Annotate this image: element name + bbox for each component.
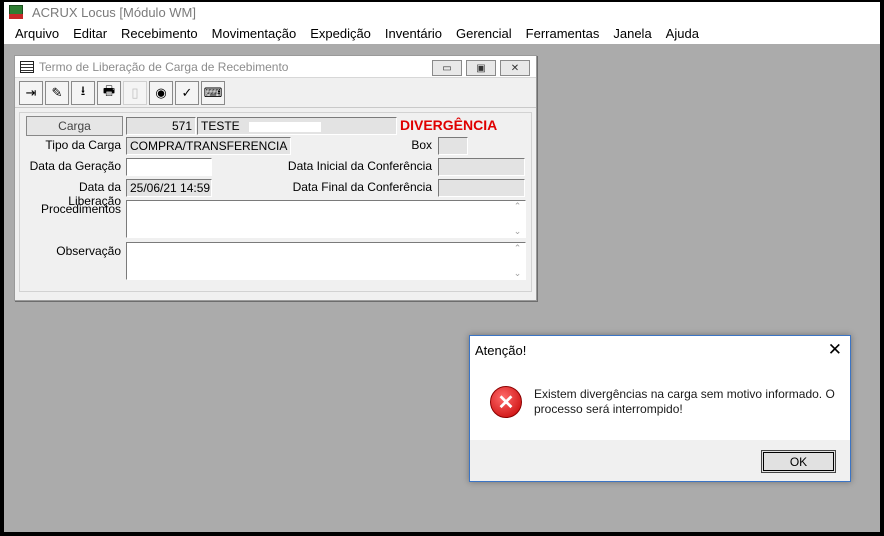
app-titlebar: ACRUX Locus [Módulo WM] [4, 2, 880, 22]
child-titlebar[interactable]: Termo de Liberação de Carga de Recebimen… [15, 56, 536, 78]
error-icon: ✕ [490, 386, 522, 418]
carga-name-text: TESTE [201, 119, 240, 133]
ok-button[interactable]: OK [761, 450, 836, 473]
scroll-down-icon[interactable]: ⌄ [514, 268, 522, 279]
data-inicial-label: Data Inicial da Conferência [287, 159, 432, 173]
menu-ajuda[interactable]: Ajuda [659, 26, 706, 41]
redacted-block [249, 121, 322, 132]
app-window: ACRUX Locus [Módulo WM] Arquivo Editar R… [4, 2, 880, 532]
menu-gerencial[interactable]: Gerencial [449, 26, 519, 41]
menu-editar[interactable]: Editar [66, 26, 114, 41]
restore-button[interactable]: ▣ [466, 60, 496, 76]
form-icon [20, 60, 34, 73]
menu-arquivo[interactable]: Arquivo [8, 26, 66, 41]
termo-liberacao-window: Termo de Liberação de Carga de Recebimen… [14, 55, 537, 301]
menu-recebimento[interactable]: Recebimento [114, 26, 205, 41]
tipo-carga-field[interactable]: COMPRA/TRANSFERENCIA [126, 137, 291, 155]
download-icon[interactable]: ⭳ [71, 80, 95, 105]
dialog-body: ✕ Existem divergências na carga sem moti… [470, 364, 850, 440]
observacao-label: Observação [56, 244, 121, 258]
exit-icon[interactable]: ⇥ [19, 80, 43, 105]
dialog-message: Existem divergências na carga sem motivo… [534, 387, 835, 416]
app-title: ACRUX Locus [Módulo WM] [32, 4, 196, 20]
box-field[interactable] [438, 137, 468, 155]
procedimentos-textarea[interactable]: ⌃ ⌄ [126, 200, 526, 238]
scroll-up-icon[interactable]: ⌃ [514, 243, 522, 254]
carga-button[interactable]: Carga [26, 116, 123, 136]
status-label: DIVERGÊNCIA [400, 117, 498, 133]
print-icon[interactable]: 🖶 [97, 80, 121, 105]
data-inicial-field[interactable] [438, 158, 525, 176]
data-geracao-label: Data da Geração [29, 159, 121, 173]
data-final-label: Data Final da Conferência [292, 180, 432, 194]
keyboard-icon[interactable]: ⌨ [201, 80, 225, 105]
menu-janela[interactable]: Janela [606, 26, 658, 41]
menu-bar: Arquivo Editar Recebimento Movimentação … [4, 22, 880, 44]
scroll-up-icon[interactable]: ⌃ [514, 201, 522, 212]
data-final-field[interactable] [438, 179, 525, 197]
dialog-title: Atenção! [475, 342, 527, 358]
data-geracao-field[interactable] [126, 158, 212, 176]
close-button[interactable]: ✕ [500, 60, 530, 76]
alert-dialog: Atenção! ✕ ✕ Existem divergências na car… [469, 335, 851, 482]
dialog-footer: OK [470, 440, 850, 481]
procedimentos-label: Procedimentos [40, 202, 121, 216]
close-icon[interactable]: ✕ [828, 340, 842, 360]
procedimentos-scrollbar[interactable]: ⌃ ⌄ [510, 201, 525, 237]
task-icon[interactable]: ✓ [175, 80, 199, 105]
app-logo-icon [8, 4, 24, 20]
menu-movimentacao[interactable]: Movimentação [205, 26, 304, 41]
carga-form: Carga 571 TESTE DIVERGÊNCIA Tipo da Carg… [19, 112, 532, 292]
carga-number-field[interactable]: 571 [126, 117, 196, 135]
menu-expedicao[interactable]: Expedição [303, 26, 378, 41]
box-label: Box [411, 138, 432, 152]
menu-inventario[interactable]: Inventário [378, 26, 449, 41]
disabled-icon: ▯ [123, 80, 147, 105]
search-icon[interactable]: ◉ [149, 80, 173, 105]
data-liberacao-field[interactable]: 25/06/21 14:59 [126, 179, 212, 197]
child-title: Termo de Liberação de Carga de Recebimen… [39, 59, 289, 74]
menu-ferramentas[interactable]: Ferramentas [519, 26, 607, 41]
scroll-down-icon[interactable]: ⌄ [514, 226, 522, 237]
tipo-carga-label: Tipo da Carga [45, 138, 121, 152]
minimize-button[interactable]: ▭ [432, 60, 462, 76]
toolbar: ⇥ ✎ ⭳ 🖶 ▯ ◉ ✓ ⌨ [15, 78, 536, 108]
observacao-scrollbar[interactable]: ⌃ ⌄ [510, 243, 525, 279]
carga-name-field[interactable]: TESTE [197, 117, 397, 135]
observacao-textarea[interactable]: ⌃ ⌄ [126, 242, 526, 280]
edit-icon[interactable]: ✎ [45, 80, 69, 105]
